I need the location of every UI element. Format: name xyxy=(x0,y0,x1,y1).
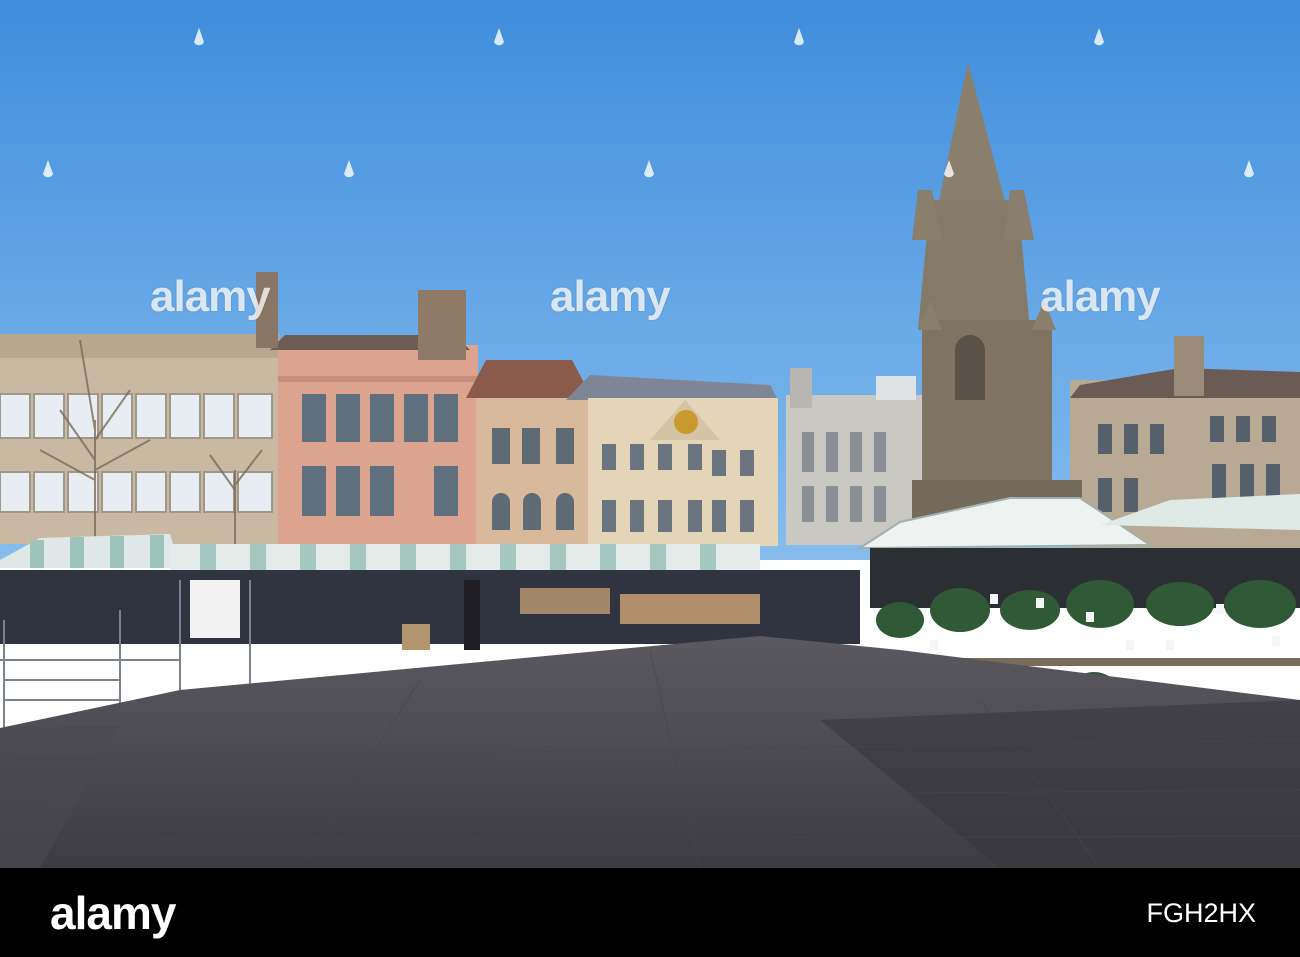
watermark-drop-icon xyxy=(493,28,505,50)
watermark-right: alamy xyxy=(1040,272,1161,321)
watermark-drop-icon xyxy=(193,28,205,50)
arched-window-building xyxy=(466,360,592,545)
image-id: FGH2HX xyxy=(1146,898,1256,928)
watermark-drop-icon xyxy=(643,160,655,182)
watermark-drop-icon xyxy=(1093,28,1105,50)
watermark-drop-icon xyxy=(343,160,355,182)
alamy-logo: alamy xyxy=(50,887,176,939)
watermark-drop-icon xyxy=(793,28,805,50)
watermark-drop-icon xyxy=(943,160,955,182)
watermark-drop-icon xyxy=(42,160,54,182)
footer-bar: alamy FGH2HX xyxy=(0,868,1300,957)
watermark-left: alamy xyxy=(150,272,271,321)
market-square-photo: alamy alamy alamy xyxy=(0,0,1300,868)
town-hall xyxy=(566,375,778,546)
office-building-left xyxy=(0,334,280,544)
watermark-center: alamy xyxy=(550,272,671,321)
watermark-drop-icon xyxy=(1243,160,1255,182)
